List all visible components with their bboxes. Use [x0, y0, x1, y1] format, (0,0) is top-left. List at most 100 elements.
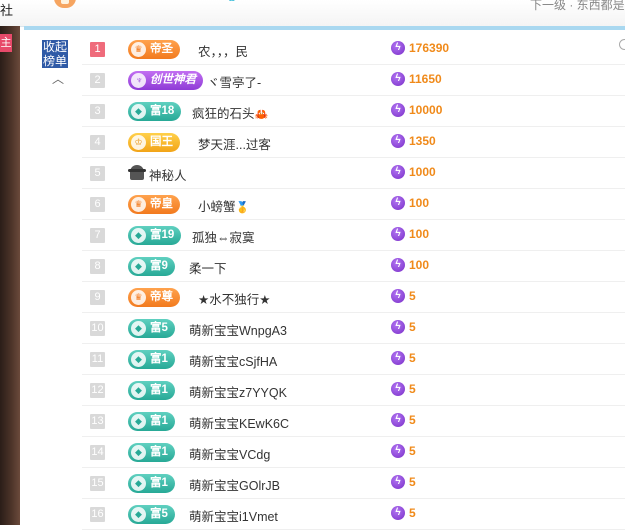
badge-label: 帝皇	[150, 198, 173, 210]
lightning-coin-icon: ϟ	[391, 444, 405, 458]
contribution-amount: 5	[409, 506, 416, 520]
user-name[interactable]: 萌新宝宝GOlrJB	[189, 475, 280, 494]
ranking-row[interactable]: 14 ◆ 富1 萌新宝宝VCdg ϟ 5	[82, 437, 625, 468]
mystery-person-icon	[128, 165, 146, 180]
contribution-ranking-panel: 收起 榜单 ︿ 1 ♛ 帝圣 农，，，民 ϟ 176390 2 ♆ 创世神君 ヾ雪亭了-ϟ 1165…	[24, 26, 625, 530]
lightning-coin-icon: ϟ	[391, 196, 405, 210]
badge-label: 富5	[150, 508, 168, 520]
gem-icon: ◆	[131, 383, 146, 398]
lightning-coin-icon: ϟ	[391, 134, 405, 148]
user-name-text: 萌新宝宝cSjfHA	[189, 355, 278, 369]
contribution-amount: 5	[409, 351, 416, 365]
collapse-ranking-button[interactable]: 收起 榜单	[42, 40, 72, 68]
level-badge: ◆ 富5	[128, 319, 175, 338]
lightning-coin-icon: ϟ	[391, 320, 405, 334]
ranking-row[interactable]: 2 ♆ 创世神君 ヾ雪亭了-ϟ 11650	[82, 65, 625, 96]
gem-icon: ◆	[131, 476, 146, 491]
ranking-row[interactable]: 4 ♔ 国王 梦天涯...过客 ϟ 1350	[82, 127, 625, 158]
user-name[interactable]: 柔一下	[189, 258, 227, 277]
user-name[interactable]: 小螃蟹🥇	[198, 196, 249, 215]
top-badge-icon	[54, 0, 76, 8]
contribution-amount: 5	[409, 413, 416, 427]
user-name-text: 疯狂的石头	[192, 107, 255, 121]
user-name-text: 小螃蟹	[198, 200, 236, 214]
lightning-coin-icon: ϟ	[391, 506, 405, 520]
ranking-row[interactable]: 16 ◆ 富5 萌新宝宝i1Vmet ϟ 5	[82, 499, 625, 530]
gem-icon: ◆	[131, 259, 146, 274]
lightning-coin-icon: ϟ	[391, 165, 405, 179]
level-badge: ◆ 富5	[128, 505, 175, 524]
contribution-amount: 100	[409, 227, 430, 241]
ranking-row[interactable]: 6 ♛ 帝皇 小螃蟹🥇 ϟ 100	[82, 189, 625, 220]
rank-number: 2	[90, 73, 105, 88]
user-name-text: 梦天涯...过客	[198, 138, 271, 152]
ranking-row[interactable]: 15 ◆ 富1 萌新宝宝GOlrJB ϟ 5	[82, 468, 625, 499]
badge-label: 富9	[150, 260, 168, 272]
contribution-amount: 11650	[409, 72, 442, 86]
user-name[interactable]: 农，，，民	[198, 41, 248, 60]
collapse-label-line1: 收起	[42, 40, 69, 54]
contribution-amount: 5	[409, 475, 416, 489]
user-name[interactable]: ヾ雪亭了-	[207, 72, 261, 91]
top-left-text: 社	[0, 3, 14, 18]
ranking-row[interactable]: 13 ◆ 富1 萌新宝宝KEwK6C ϟ 5	[82, 406, 625, 437]
ranking-row[interactable]: 1 ♛ 帝圣 农，，，民 ϟ 176390	[82, 34, 625, 65]
gem-icon: ◆	[131, 228, 146, 243]
contribution-amount: 100	[409, 258, 430, 272]
ranking-row[interactable]: 9 ♛ 帝尊 ★水不独行★ ϟ 5	[82, 282, 625, 313]
ranking-row[interactable]: 7 ◆ 富19 孤独⇔寂寞 ϟ 100	[82, 220, 625, 251]
ranking-row[interactable]: 10 ◆ 富5 萌新宝宝WnpgA3 ϟ 5	[82, 313, 625, 344]
user-name[interactable]: 疯狂的石头🦀	[192, 103, 268, 122]
rank-number: 6	[90, 197, 105, 212]
user-name-text: ★水不独行★	[198, 293, 271, 307]
badge-label: 富1	[150, 415, 168, 427]
user-name[interactable]: 萌新宝宝z7YYQK	[189, 382, 287, 401]
lightning-coin-icon: ϟ	[391, 103, 405, 117]
user-name-text: 萌新宝宝GOlrJB	[189, 479, 280, 493]
ranking-row[interactable]: 11 ◆ 富1 萌新宝宝cSjfHA ϟ 5	[82, 344, 625, 375]
rank-number: 10	[90, 321, 105, 336]
user-name[interactable]: 孤独⇔寂寞	[192, 227, 255, 246]
chevron-up-icon[interactable]: ︿	[52, 70, 64, 87]
user-name[interactable]: 梦天涯...过客	[198, 134, 271, 153]
user-name[interactable]: 萌新宝宝WnpgA3	[189, 320, 287, 339]
ranking-row[interactable]: 3 ◆ 富18 疯狂的石头🦀 ϟ 10000	[82, 96, 625, 127]
ranking-row[interactable]: 12 ◆ 富1 萌新宝宝z7YYQK ϟ 5	[82, 375, 625, 406]
level-badge: ◆ 富1	[128, 443, 175, 462]
user-name[interactable]: 神秘人	[149, 165, 187, 184]
level-badge: ◆ 富19	[128, 226, 182, 245]
level-badge: ◆ 富18	[128, 102, 182, 121]
user-name[interactable]: ★水不独行★	[198, 289, 270, 308]
gem-icon: ◆	[131, 104, 146, 119]
ranking-row[interactable]: 8 ◆ 富9 柔一下 ϟ 100	[82, 251, 625, 282]
god-icon: ♆	[131, 73, 146, 88]
user-name[interactable]: 萌新宝宝KEwK6C	[189, 413, 289, 432]
contribution-amount: 1350	[409, 134, 436, 148]
rank-number: 5	[90, 166, 105, 181]
crown-icon: ♛	[131, 197, 146, 212]
contribution-amount: 5	[409, 320, 416, 334]
badge-label: 富1	[150, 353, 168, 365]
badge-label: 富1	[150, 446, 168, 458]
level-badge: ♛ 帝圣	[128, 40, 180, 59]
user-name[interactable]: 萌新宝宝i1Vmet	[189, 506, 278, 525]
user-name-text: 萌新宝宝VCdg	[189, 448, 271, 462]
lightning-coin-icon: ϟ	[391, 41, 405, 55]
top-right-text: 下一级 · 东西都是	[530, 0, 625, 12]
anchor-tag: 主	[0, 34, 12, 52]
badge-label: 帝圣	[150, 43, 173, 55]
user-name[interactable]: 萌新宝宝VCdg	[189, 444, 270, 463]
top-decoration-icon: ˇˇ	[228, 0, 235, 12]
level-badge: ◆ 富1	[128, 381, 175, 400]
user-name[interactable]: 萌新宝宝cSjfHA	[189, 351, 277, 370]
streamer-video-edge: 主	[0, 26, 20, 525]
contribution-amount: 10000	[409, 103, 443, 117]
ranking-row[interactable]: 5 神秘人 ϟ 1000	[82, 158, 625, 189]
name-emoji-icon: 🦀	[254, 109, 269, 121]
rank-number: 13	[90, 414, 105, 429]
level-badge: ♛ 帝皇	[128, 195, 180, 214]
lightning-coin-icon: ϟ	[391, 72, 405, 86]
contribution-amount: 1000	[409, 165, 436, 179]
gem-icon: ◆	[131, 414, 146, 429]
contribution-amount: 5	[409, 382, 416, 396]
